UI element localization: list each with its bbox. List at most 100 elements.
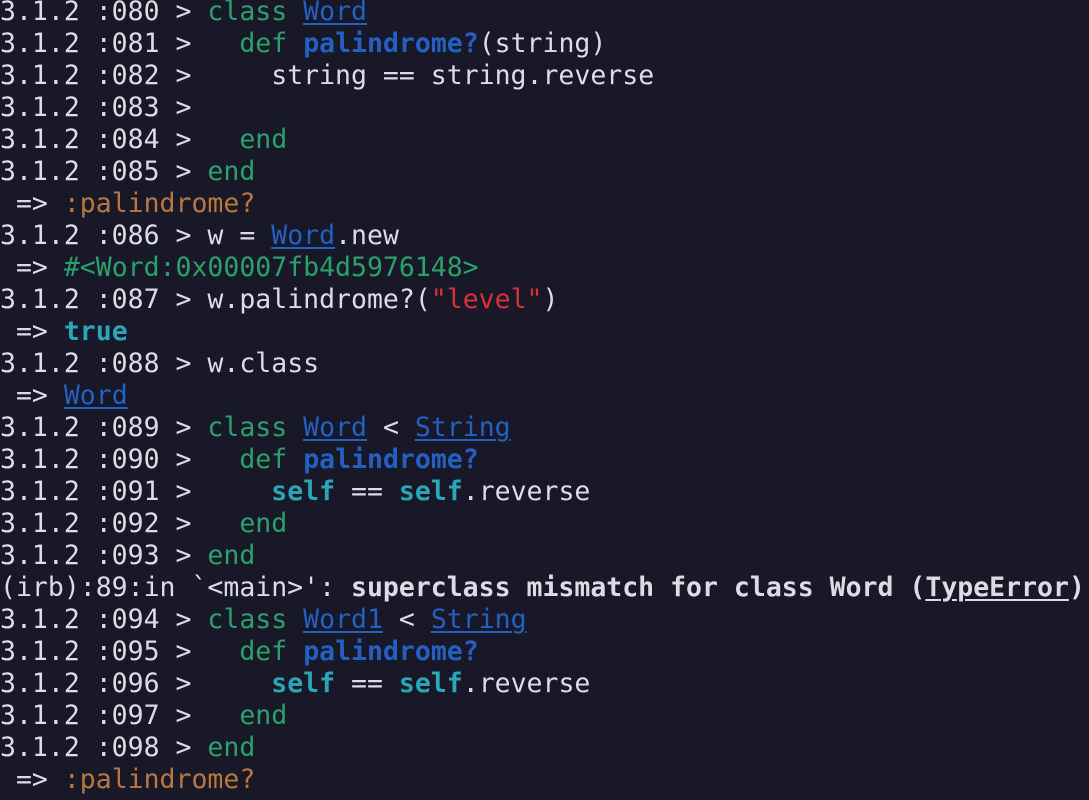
irb-prompt: 3.1.2 :091 > — [0, 478, 208, 507]
prompt-line: 3.1.2 :088 > w.class — [0, 350, 1089, 382]
prompt-line: 3.1.2 :084 > end — [0, 126, 1089, 158]
prompt-line: 3.1.2 :080 > class Word — [0, 0, 1089, 30]
irb-prompt: 3.1.2 :097 > — [0, 702, 208, 731]
irb-prompt: 3.1.2 :092 > — [0, 510, 208, 539]
code-token: Word — [63, 382, 128, 411]
irb-prompt: 3.1.2 :081 > — [0, 30, 208, 59]
irb-prompt: 3.1.2 :080 > — [0, 0, 208, 27]
irb-prompt: 3.1.2 :083 > — [0, 94, 208, 123]
irb-prompt: 3.1.2 :090 > — [0, 446, 208, 475]
prompt-line: 3.1.2 :098 > end — [0, 734, 1089, 766]
irb-prompt: 3.1.2 :096 > — [0, 670, 208, 699]
code-token: Word — [303, 0, 367, 27]
prompt-line: 3.1.2 :092 > end — [0, 510, 1089, 542]
prompt-line: 3.1.2 :089 > class Word < String — [0, 414, 1089, 446]
code-token: self — [398, 670, 463, 699]
code-token: end — [207, 542, 256, 571]
irb-prompt: 3.1.2 :089 > — [0, 414, 208, 443]
result-arrow: => — [0, 254, 64, 283]
result-line: => :palindrome? — [0, 190, 1089, 222]
result-arrow: => — [0, 318, 64, 347]
code-token: class — [207, 606, 288, 635]
code-token: "level" — [430, 286, 543, 315]
code-token: String — [430, 606, 527, 635]
prompt-line: 3.1.2 :087 > w.palindrome?("level") — [0, 286, 1089, 318]
code-token: .reverse — [462, 670, 591, 699]
code-token: def — [239, 30, 288, 59]
result-arrow: => — [0, 766, 64, 795]
code-token: end — [239, 126, 288, 155]
prompt-line: 3.1.2 :091 > self == self.reverse — [0, 478, 1089, 510]
prompt-line: 3.1.2 :093 > end — [0, 542, 1089, 574]
prompt-line: 3.1.2 :081 > def palindrome?(string) — [0, 30, 1089, 62]
prompt-line: 3.1.2 :097 > end — [0, 702, 1089, 734]
irb-prompt: 3.1.2 :088 > — [0, 350, 208, 379]
terminal-output: 3.1.2 :080 > class Word 3.1.2 :081 > def … — [0, 0, 1089, 800]
code-token: (irb):89:in `<main>': — [0, 574, 351, 603]
prompt-line: 3.1.2 :085 > end — [0, 158, 1089, 190]
irb-prompt: 3.1.2 :087 > — [0, 286, 208, 315]
code-token: class — [207, 0, 288, 27]
code-token: Word — [303, 414, 367, 443]
prompt-line: 3.1.2 :090 > def palindrome? — [0, 446, 1089, 478]
code-token: true — [63, 318, 128, 347]
result-arrow: => — [0, 382, 64, 411]
irb-prompt: 3.1.2 :085 > — [0, 158, 208, 187]
code-token: class — [207, 414, 288, 443]
code-token: TypeError — [925, 574, 1069, 603]
irb-prompt: 3.1.2 :084 > — [0, 126, 208, 155]
code-token: end — [239, 510, 288, 539]
code-token: palindrome? — [303, 30, 479, 59]
prompt-line: 3.1.2 :082 > string == string.reverse — [0, 62, 1089, 94]
code-token: .new — [335, 222, 399, 251]
irb-prompt: 3.1.2 :094 > — [0, 606, 208, 635]
code-token: ) — [542, 286, 559, 315]
irb-prompt: 3.1.2 :086 > — [0, 222, 208, 251]
code-token: self — [271, 670, 336, 699]
code-token: < — [382, 606, 431, 635]
code-token: == — [335, 670, 399, 699]
code-token: def — [239, 446, 288, 475]
code-token: String — [414, 414, 511, 443]
irb-prompt: 3.1.2 :095 > — [0, 638, 208, 667]
code-token: palindrome? — [303, 446, 479, 475]
code-token: w = — [207, 222, 272, 251]
code-token: #<Word:0x00007fb4d5976148> — [63, 254, 479, 283]
result-line: => true — [0, 318, 1089, 350]
code-token: ) — [1068, 574, 1085, 603]
code-token: :palindrome? — [63, 190, 256, 219]
code-token: self — [398, 478, 463, 507]
code-token: self — [271, 478, 336, 507]
code-token: :palindrome? — [63, 766, 256, 795]
code-token: == — [335, 478, 399, 507]
code-token: string == string.reverse — [207, 62, 655, 91]
code-token: .reverse — [462, 478, 591, 507]
code-token: w.class — [207, 350, 320, 379]
code-token: end — [207, 734, 256, 763]
prompt-line: 3.1.2 :094 > class Word1 < String — [0, 606, 1089, 638]
prompt-line: 3.1.2 :096 > self == self.reverse — [0, 670, 1089, 702]
error-line: (irb):89:in `<main>': superclass mismatc… — [0, 574, 1089, 606]
irb-prompt: 3.1.2 :093 > — [0, 542, 208, 571]
code-token: end — [207, 158, 256, 187]
code-token: w.palindrome?( — [207, 286, 431, 315]
prompt-line: 3.1.2 :086 > w = Word.new — [0, 222, 1089, 254]
result-line: => :palindrome? — [0, 766, 1089, 798]
code-token: superclass mismatch for class Word ( — [351, 574, 926, 603]
code-token: def — [239, 638, 288, 667]
result-arrow: => — [0, 190, 64, 219]
prompt-line: 3.1.2 :083 > — [0, 94, 1089, 126]
code-token: Word1 — [303, 606, 383, 635]
